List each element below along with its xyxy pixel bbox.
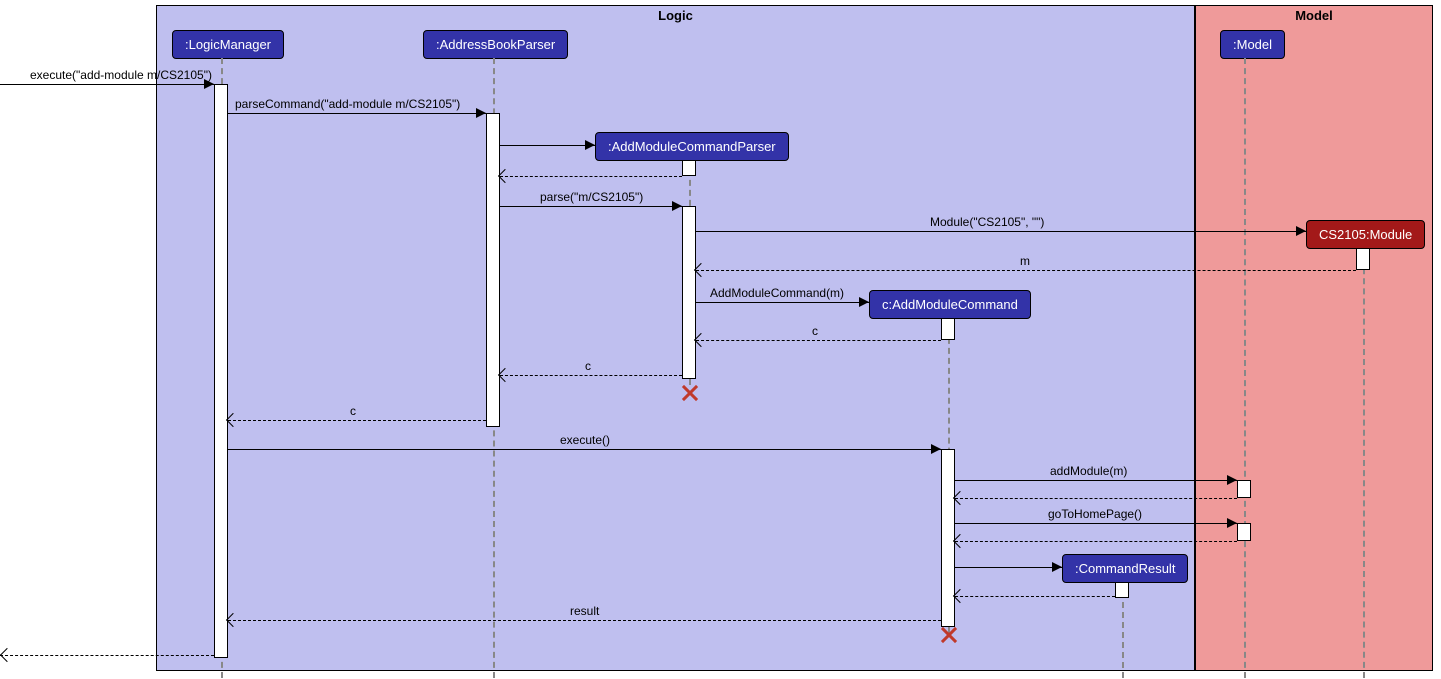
cs2105-module-box: CS2105:Module xyxy=(1306,220,1425,249)
parsecommand-arrowhead xyxy=(476,108,486,118)
execute-arrow xyxy=(0,84,214,85)
return-c3-arrow xyxy=(228,420,486,421)
create-cr-arrow xyxy=(955,567,1062,568)
add-module-command-parser-box: :AddModuleCommandParser xyxy=(595,132,789,161)
sequence-diagram: Logic Model :LogicManager :AddressBookPa… xyxy=(0,0,1441,679)
logic-manager-box: :LogicManager xyxy=(172,30,284,59)
address-book-parser-activation xyxy=(486,113,500,427)
gohome-arrowhead xyxy=(1227,518,1237,528)
return-c1-label: c xyxy=(812,324,818,338)
parse-label: parse("m/CS2105") xyxy=(540,190,643,204)
amc-ctor-arrowhead xyxy=(859,297,869,307)
amc-ctor-arrow xyxy=(696,302,869,303)
command-result-activation xyxy=(1115,582,1129,598)
address-book-parser-box: :AddressBookParser xyxy=(423,30,568,59)
amcp-activation-1 xyxy=(682,160,696,176)
model-region: Model xyxy=(1195,5,1433,671)
parsecommand-arrow xyxy=(228,113,486,114)
model-activation-2 xyxy=(1237,523,1251,541)
gohome-arrow xyxy=(955,523,1237,524)
gohome-return-arrow xyxy=(955,541,1237,542)
amc-ctor-label: AddModuleCommand(m) xyxy=(710,286,844,300)
model-box: :Model xyxy=(1220,30,1285,59)
execute-empty-label: execute() xyxy=(560,433,610,447)
module-ctor-arrow xyxy=(696,231,1306,232)
parsecommand-label: parseCommand("add-module m/CS2105") xyxy=(235,97,460,111)
execute-empty-arrowhead xyxy=(931,444,941,454)
module-ctor-arrowhead xyxy=(1296,226,1306,236)
result-arrow xyxy=(228,620,941,621)
return-c2-label: c xyxy=(585,359,591,373)
amcp-return1-arrow xyxy=(500,176,682,177)
addmodule-return-arrow xyxy=(955,498,1237,499)
result-label: result xyxy=(570,604,599,618)
add-module-command-box: c:AddModuleCommand xyxy=(869,290,1031,319)
create-cr-arrowhead xyxy=(1052,562,1062,572)
execute-label: execute("add-module m/CS2105") xyxy=(30,68,212,82)
cs2105-module-lifeline xyxy=(1363,248,1365,678)
module-ctor-label: Module("CS2105", "") xyxy=(930,215,1044,229)
amcp-activation-2 xyxy=(682,206,696,379)
final-return-arrowhead xyxy=(0,648,14,662)
parse-arrow xyxy=(500,206,682,207)
parse-arrowhead xyxy=(672,201,682,211)
model-lifeline xyxy=(1244,58,1246,678)
amcp-destroy-icon xyxy=(680,383,700,403)
gohome-label: goToHomePage() xyxy=(1048,507,1142,521)
addmodule-arrow xyxy=(955,480,1237,481)
cs2105-activation xyxy=(1356,248,1370,270)
model-activation-1 xyxy=(1237,480,1251,498)
model-region-label: Model xyxy=(1295,8,1333,23)
amc-activation-2 xyxy=(941,449,955,627)
create-amcp-arrowhead xyxy=(585,140,595,150)
amc-activation-1 xyxy=(941,318,955,340)
addmodule-arrowhead xyxy=(1227,475,1237,485)
return-c2-arrow xyxy=(500,375,682,376)
cr-return-arrow xyxy=(955,596,1115,597)
return-m-label: m xyxy=(1020,254,1030,268)
logic-region-label: Logic xyxy=(658,8,693,23)
return-c1-arrow xyxy=(696,340,941,341)
amc-destroy-icon xyxy=(939,625,959,645)
return-m-arrow xyxy=(696,270,1356,271)
return-c3-label: c xyxy=(350,404,356,418)
final-return-arrow xyxy=(0,655,214,656)
command-result-box: :CommandResult xyxy=(1062,554,1188,583)
logic-manager-activation xyxy=(214,84,228,658)
create-amcp-arrow xyxy=(500,145,595,146)
execute-empty-arrow xyxy=(228,449,941,450)
addmodule-label: addModule(m) xyxy=(1050,464,1127,478)
